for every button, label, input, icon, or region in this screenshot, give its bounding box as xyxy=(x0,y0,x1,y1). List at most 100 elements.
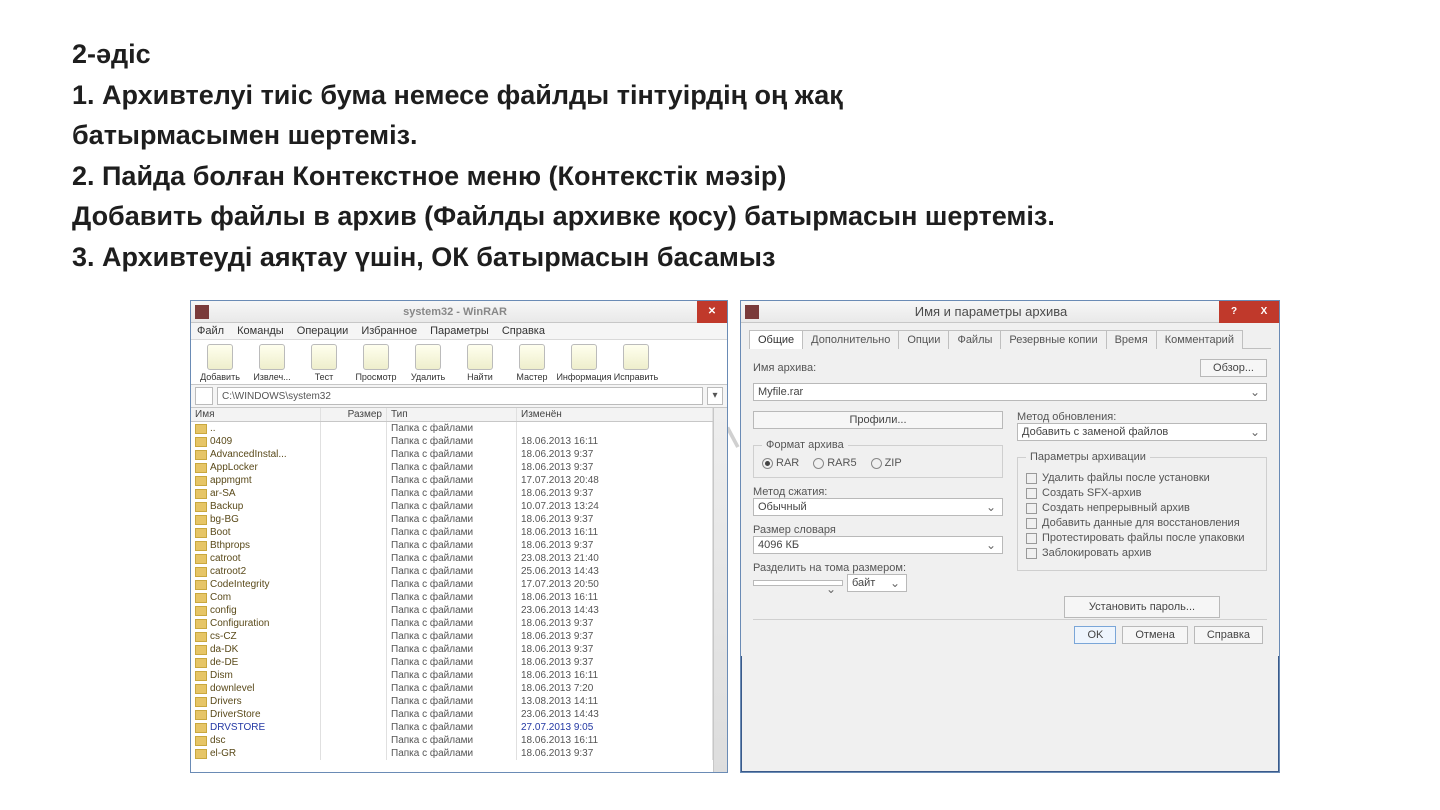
tool-test[interactable]: Тест xyxy=(299,344,349,382)
table-row[interactable]: el-GRПапка с файлами18.06.2013 9:37 xyxy=(191,747,713,760)
params-legend: Параметры архивации xyxy=(1026,451,1150,463)
folder-icon xyxy=(195,580,207,590)
cancel-button[interactable]: Отмена xyxy=(1122,626,1187,644)
table-row[interactable]: DismПапка с файлами18.06.2013 16:11 xyxy=(191,669,713,682)
table-row[interactable]: DriversПапка с файлами13.08.2013 14:11 xyxy=(191,695,713,708)
tab-general[interactable]: Общие xyxy=(749,330,803,349)
menu-settings[interactable]: Параметры xyxy=(430,325,489,337)
table-row[interactable]: BthpropsПапка с файлами18.06.2013 9:37 xyxy=(191,539,713,552)
tool-add[interactable]: Добавить xyxy=(195,344,245,382)
table-row[interactable]: DRVSTOREПапка с файлами27.07.2013 9:05 xyxy=(191,721,713,734)
table-row[interactable]: ComПапка с файлами18.06.2013 16:11 xyxy=(191,591,713,604)
params-fieldset: Параметры архивации Удалить файлы после … xyxy=(1017,451,1267,571)
radio-rar5[interactable]: RAR5 xyxy=(813,457,856,469)
column-headers[interactable]: Имя Размер Тип Изменён xyxy=(191,408,713,422)
radio-icon xyxy=(871,458,882,469)
tab-time[interactable]: Время xyxy=(1106,330,1157,349)
opt-sfx[interactable]: Создать SFX-архив xyxy=(1026,487,1258,499)
table-row[interactable]: downlevelПапка с файлами18.06.2013 7:20 xyxy=(191,682,713,695)
tool-view[interactable]: Просмотр xyxy=(351,344,401,382)
table-row[interactable]: catrootПапка с файлами23.08.2013 21:40 xyxy=(191,552,713,565)
table-row[interactable]: DriverStoreПапка с файлами23.06.2013 14:… xyxy=(191,708,713,721)
compression-combo[interactable]: Обычный xyxy=(753,498,1003,516)
menu-help[interactable]: Справка xyxy=(502,325,545,337)
table-row[interactable]: BackupПапка с файлами10.07.2013 13:24 xyxy=(191,500,713,513)
path-dropdown-icon[interactable]: ▾ xyxy=(707,387,723,405)
opt-lock[interactable]: Заблокировать архив xyxy=(1026,547,1258,559)
table-row[interactable]: catroot2Папка с файлами25.06.2013 14:43 xyxy=(191,565,713,578)
close-icon[interactable]: ✕ xyxy=(697,301,727,323)
split-size-combo[interactable] xyxy=(753,580,843,586)
archive-name-combo[interactable]: Myfile.rar xyxy=(753,383,1267,401)
split-unit-combo[interactable]: байт xyxy=(847,574,907,592)
tool-extract[interactable]: Извлеч... xyxy=(247,344,297,382)
browse-button[interactable]: Обзор... xyxy=(1200,359,1267,377)
menu-commands[interactable]: Команды xyxy=(237,325,284,337)
tab-advanced[interactable]: Дополнительно xyxy=(802,330,899,349)
radio-zip[interactable]: ZIP xyxy=(871,457,902,469)
tab-backup[interactable]: Резервные копии xyxy=(1000,330,1106,349)
step-1-line-2: батырмасымен шертеміз. xyxy=(72,115,1372,156)
col-size[interactable]: Размер xyxy=(321,408,387,421)
close-icon[interactable]: X xyxy=(1249,301,1279,323)
tab-files[interactable]: Файлы xyxy=(948,330,1001,349)
tab-options[interactable]: Опции xyxy=(898,330,949,349)
help-button[interactable]: Справка xyxy=(1194,626,1263,644)
opt-recovery[interactable]: Добавить данные для восстановления xyxy=(1026,517,1258,529)
table-row[interactable]: cs-CZПапка с файлами18.06.2013 9:37 xyxy=(191,630,713,643)
table-row[interactable]: de-DEПапка с файлами18.06.2013 9:37 xyxy=(191,656,713,669)
menu-file[interactable]: Файл xyxy=(197,325,224,337)
table-row[interactable]: dscПапка с файлами18.06.2013 16:11 xyxy=(191,734,713,747)
titlebar[interactable]: system32 - WinRAR ✕ xyxy=(191,301,727,323)
ok-button[interactable]: OK xyxy=(1074,626,1116,644)
checkbox-icon xyxy=(1026,533,1037,544)
update-method-combo[interactable]: Добавить с заменой файлов xyxy=(1017,423,1267,441)
table-row[interactable]: ar-SAПапка с файлами18.06.2013 9:37 xyxy=(191,487,713,500)
tool-wizard[interactable]: Мастер xyxy=(507,344,557,382)
profiles-button[interactable]: Профили... xyxy=(753,411,1003,429)
table-row[interactable]: bg-BGПапка с файлами18.06.2013 9:37 xyxy=(191,513,713,526)
dialog-titlebar[interactable]: Имя и параметры архива ? X xyxy=(741,301,1279,323)
folder-icon xyxy=(195,749,207,759)
folder-icon xyxy=(195,424,207,434)
radio-icon xyxy=(762,458,773,469)
table-row[interactable]: da-DKПапка с файлами18.06.2013 9:37 xyxy=(191,643,713,656)
table-row[interactable]: BootПапка с файлами18.06.2013 16:11 xyxy=(191,526,713,539)
table-row[interactable]: CodeIntegrityПапка с файлами17.07.2013 2… xyxy=(191,578,713,591)
table-row[interactable]: configПапка с файлами23.06.2013 14:43 xyxy=(191,604,713,617)
menu-favorites[interactable]: Избранное xyxy=(361,325,417,337)
tool-repair[interactable]: Исправить xyxy=(611,344,661,382)
col-date[interactable]: Изменён xyxy=(517,408,713,421)
scrollbar[interactable] xyxy=(713,408,727,772)
set-password-button[interactable]: Установить пароль... xyxy=(1064,596,1220,618)
opt-test[interactable]: Протестировать файлы после упаковки xyxy=(1026,532,1258,544)
col-name[interactable]: Имя xyxy=(191,408,321,421)
folder-icon xyxy=(195,723,207,733)
radio-rar[interactable]: RAR xyxy=(762,457,799,469)
path-input[interactable] xyxy=(217,387,703,405)
file-list[interactable]: ..Папка с файлами0409Папка с файлами18.0… xyxy=(191,422,713,772)
menubar[interactable]: Файл Команды Операции Избранное Параметр… xyxy=(191,323,727,340)
opt-solid[interactable]: Создать непрерывный архив xyxy=(1026,502,1258,514)
table-row[interactable]: ..Папка с файлами xyxy=(191,422,713,435)
step-3: 3. Архивтеуді аяқтау үшін, ОК батырмасын… xyxy=(72,237,1372,278)
folder-icon xyxy=(195,593,207,603)
window-title: system32 - WinRAR xyxy=(213,306,697,318)
folder-icon xyxy=(195,567,207,577)
opt-delete-after[interactable]: Удалить файлы после установки xyxy=(1026,472,1258,484)
tool-delete[interactable]: Удалить xyxy=(403,344,453,382)
table-row[interactable]: 0409Папка с файлами18.06.2013 16:11 xyxy=(191,435,713,448)
tool-find[interactable]: Найти xyxy=(455,344,505,382)
table-row[interactable]: AppLockerПапка с файлами18.06.2013 9:37 xyxy=(191,461,713,474)
table-row[interactable]: appmgmtПапка с файлами17.07.2013 20:48 xyxy=(191,474,713,487)
up-button[interactable] xyxy=(195,387,213,405)
table-row[interactable]: ConfigurationПапка с файлами18.06.2013 9… xyxy=(191,617,713,630)
tab-comment[interactable]: Комментарий xyxy=(1156,330,1243,349)
table-row[interactable]: AdvancedInstal...Папка с файлами18.06.20… xyxy=(191,448,713,461)
folder-icon xyxy=(195,606,207,616)
menu-operations[interactable]: Операции xyxy=(297,325,348,337)
dict-combo[interactable]: 4096 КБ xyxy=(753,536,1003,554)
col-type[interactable]: Тип xyxy=(387,408,517,421)
help-title-button[interactable]: ? xyxy=(1219,301,1249,323)
tool-info[interactable]: Информация xyxy=(559,344,609,382)
